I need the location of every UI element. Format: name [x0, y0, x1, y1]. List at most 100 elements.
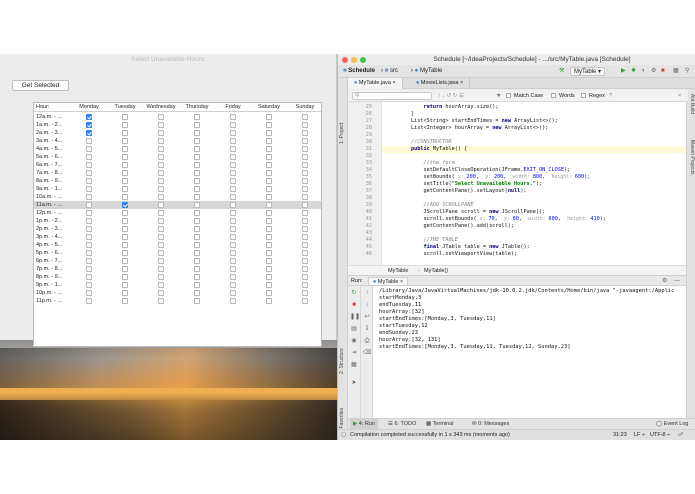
day-checkbox[interactable]: [158, 242, 164, 248]
day-checkbox[interactable]: [266, 242, 272, 248]
scroll-to-end-icon[interactable]: ↧: [363, 326, 371, 333]
stop-icon[interactable]: ■: [658, 67, 668, 76]
match-case-checkbox[interactable]: [506, 93, 511, 98]
day-checkbox[interactable]: [230, 170, 236, 176]
day-checkbox[interactable]: [194, 226, 200, 232]
line-separator[interactable]: LF ÷: [634, 430, 645, 441]
day-checkbox[interactable]: [194, 210, 200, 216]
day-checkbox[interactable]: [302, 290, 308, 296]
day-checkbox[interactable]: [194, 234, 200, 240]
day-checkbox[interactable]: [230, 226, 236, 232]
day-checkbox[interactable]: [266, 226, 272, 232]
day-checkbox[interactable]: [230, 114, 236, 120]
day-checkbox[interactable]: [302, 258, 308, 264]
day-checkbox[interactable]: [122, 258, 128, 264]
day-checkbox[interactable]: [302, 282, 308, 288]
day-checkbox[interactable]: [230, 178, 236, 184]
day-checkbox[interactable]: [194, 274, 200, 280]
day-checkbox[interactable]: [302, 170, 308, 176]
column-header[interactable]: Wednesday: [144, 103, 178, 112]
day-checkbox[interactable]: [194, 202, 200, 208]
table-row[interactable]: 2p.m. - 3...: [34, 225, 321, 233]
day-checkbox[interactable]: [86, 258, 92, 264]
day-checkbox[interactable]: [122, 178, 128, 184]
day-checkbox[interactable]: [86, 138, 92, 144]
breadcrumb-src[interactable]: › ■ src: [378, 67, 401, 76]
day-checkbox[interactable]: [230, 274, 236, 280]
day-checkbox[interactable]: [194, 146, 200, 152]
day-checkbox[interactable]: [230, 154, 236, 160]
close-icon[interactable]: ×: [393, 80, 396, 86]
day-checkbox[interactable]: [230, 122, 236, 128]
day-checkbox[interactable]: [158, 170, 164, 176]
day-checkbox[interactable]: [230, 234, 236, 240]
day-checkbox[interactable]: [230, 186, 236, 192]
day-checkbox[interactable]: [230, 258, 236, 264]
camera-icon[interactable]: ◉: [350, 338, 358, 345]
column-header[interactable]: Friday: [216, 103, 250, 112]
day-checkbox[interactable]: [266, 274, 272, 280]
coverage-icon[interactable]: ◑: [638, 67, 648, 76]
day-checkbox[interactable]: [230, 266, 236, 272]
table-row[interactable]: 12a.m. - ...: [34, 113, 321, 121]
day-checkbox[interactable]: [266, 170, 272, 176]
table-row[interactable]: 8a.m. - 9...: [34, 177, 321, 185]
day-checkbox[interactable]: [122, 194, 128, 200]
day-checkbox[interactable]: [266, 146, 272, 152]
table-row[interactable]: 8p.m. - 9...: [34, 273, 321, 281]
lock-icon[interactable]: ☍: [678, 430, 684, 441]
day-checkbox[interactable]: [122, 170, 128, 176]
day-checkbox[interactable]: [194, 170, 200, 176]
day-checkbox[interactable]: [86, 114, 92, 120]
project-structure-icon[interactable]: ▦: [670, 67, 682, 76]
day-checkbox[interactable]: [230, 250, 236, 256]
run-console[interactable]: /Library/Java/JavaVirtualMachines/jdk-10…: [373, 286, 686, 418]
regex-help-link[interactable]: ?: [609, 92, 612, 100]
day-checkbox[interactable]: [122, 218, 128, 224]
day-checkbox[interactable]: [230, 298, 236, 304]
day-checkbox[interactable]: [86, 250, 92, 256]
table-row[interactable]: 2a.m. - 3...: [34, 129, 321, 137]
day-checkbox[interactable]: [266, 234, 272, 240]
day-checkbox[interactable]: [122, 210, 128, 216]
day-checkbox[interactable]: [302, 114, 308, 120]
day-checkbox[interactable]: [158, 122, 164, 128]
day-checkbox[interactable]: [194, 122, 200, 128]
day-checkbox[interactable]: [302, 146, 308, 152]
column-header[interactable]: Tuesday: [108, 103, 142, 112]
day-checkbox[interactable]: [194, 162, 200, 168]
day-checkbox[interactable]: [122, 266, 128, 272]
table-row[interactable]: 11a.m. - ...: [34, 201, 321, 209]
table-row[interactable]: 9a.m. - 1...: [34, 185, 321, 193]
table-row[interactable]: 3p.m. - 4...: [34, 233, 321, 241]
tab-movielists-java[interactable]: ● MovieLists.java ×: [410, 78, 471, 89]
day-checkbox[interactable]: [194, 298, 200, 304]
column-header[interactable]: Monday: [72, 103, 106, 112]
pause-icon[interactable]: ❚❚: [350, 314, 360, 321]
day-checkbox[interactable]: [122, 138, 128, 144]
day-checkbox[interactable]: [302, 130, 308, 136]
day-checkbox[interactable]: [158, 178, 164, 184]
day-checkbox[interactable]: [302, 202, 308, 208]
day-checkbox[interactable]: [86, 154, 92, 160]
day-checkbox[interactable]: [266, 122, 272, 128]
day-checkbox[interactable]: [122, 186, 128, 192]
run-tab[interactable]: ● MyTable ×: [368, 277, 409, 286]
day-checkbox[interactable]: [266, 202, 272, 208]
day-checkbox[interactable]: [122, 154, 128, 160]
day-checkbox[interactable]: [122, 226, 128, 232]
search-icon[interactable]: ⚲: [682, 67, 692, 76]
day-checkbox[interactable]: [86, 298, 92, 304]
day-checkbox[interactable]: [194, 290, 200, 296]
day-checkbox[interactable]: [302, 186, 308, 192]
day-checkbox[interactable]: [122, 130, 128, 136]
day-checkbox[interactable]: [86, 242, 92, 248]
day-checkbox[interactable]: [194, 194, 200, 200]
day-checkbox[interactable]: [158, 138, 164, 144]
day-checkbox[interactable]: [158, 130, 164, 136]
day-checkbox[interactable]: [86, 290, 92, 296]
table-row[interactable]: 4a.m. - 5...: [34, 145, 321, 153]
day-checkbox[interactable]: [194, 114, 200, 120]
table-row[interactable]: 10p.m. - ...: [34, 289, 321, 297]
file-encoding[interactable]: UTF-8 ÷: [650, 430, 670, 441]
